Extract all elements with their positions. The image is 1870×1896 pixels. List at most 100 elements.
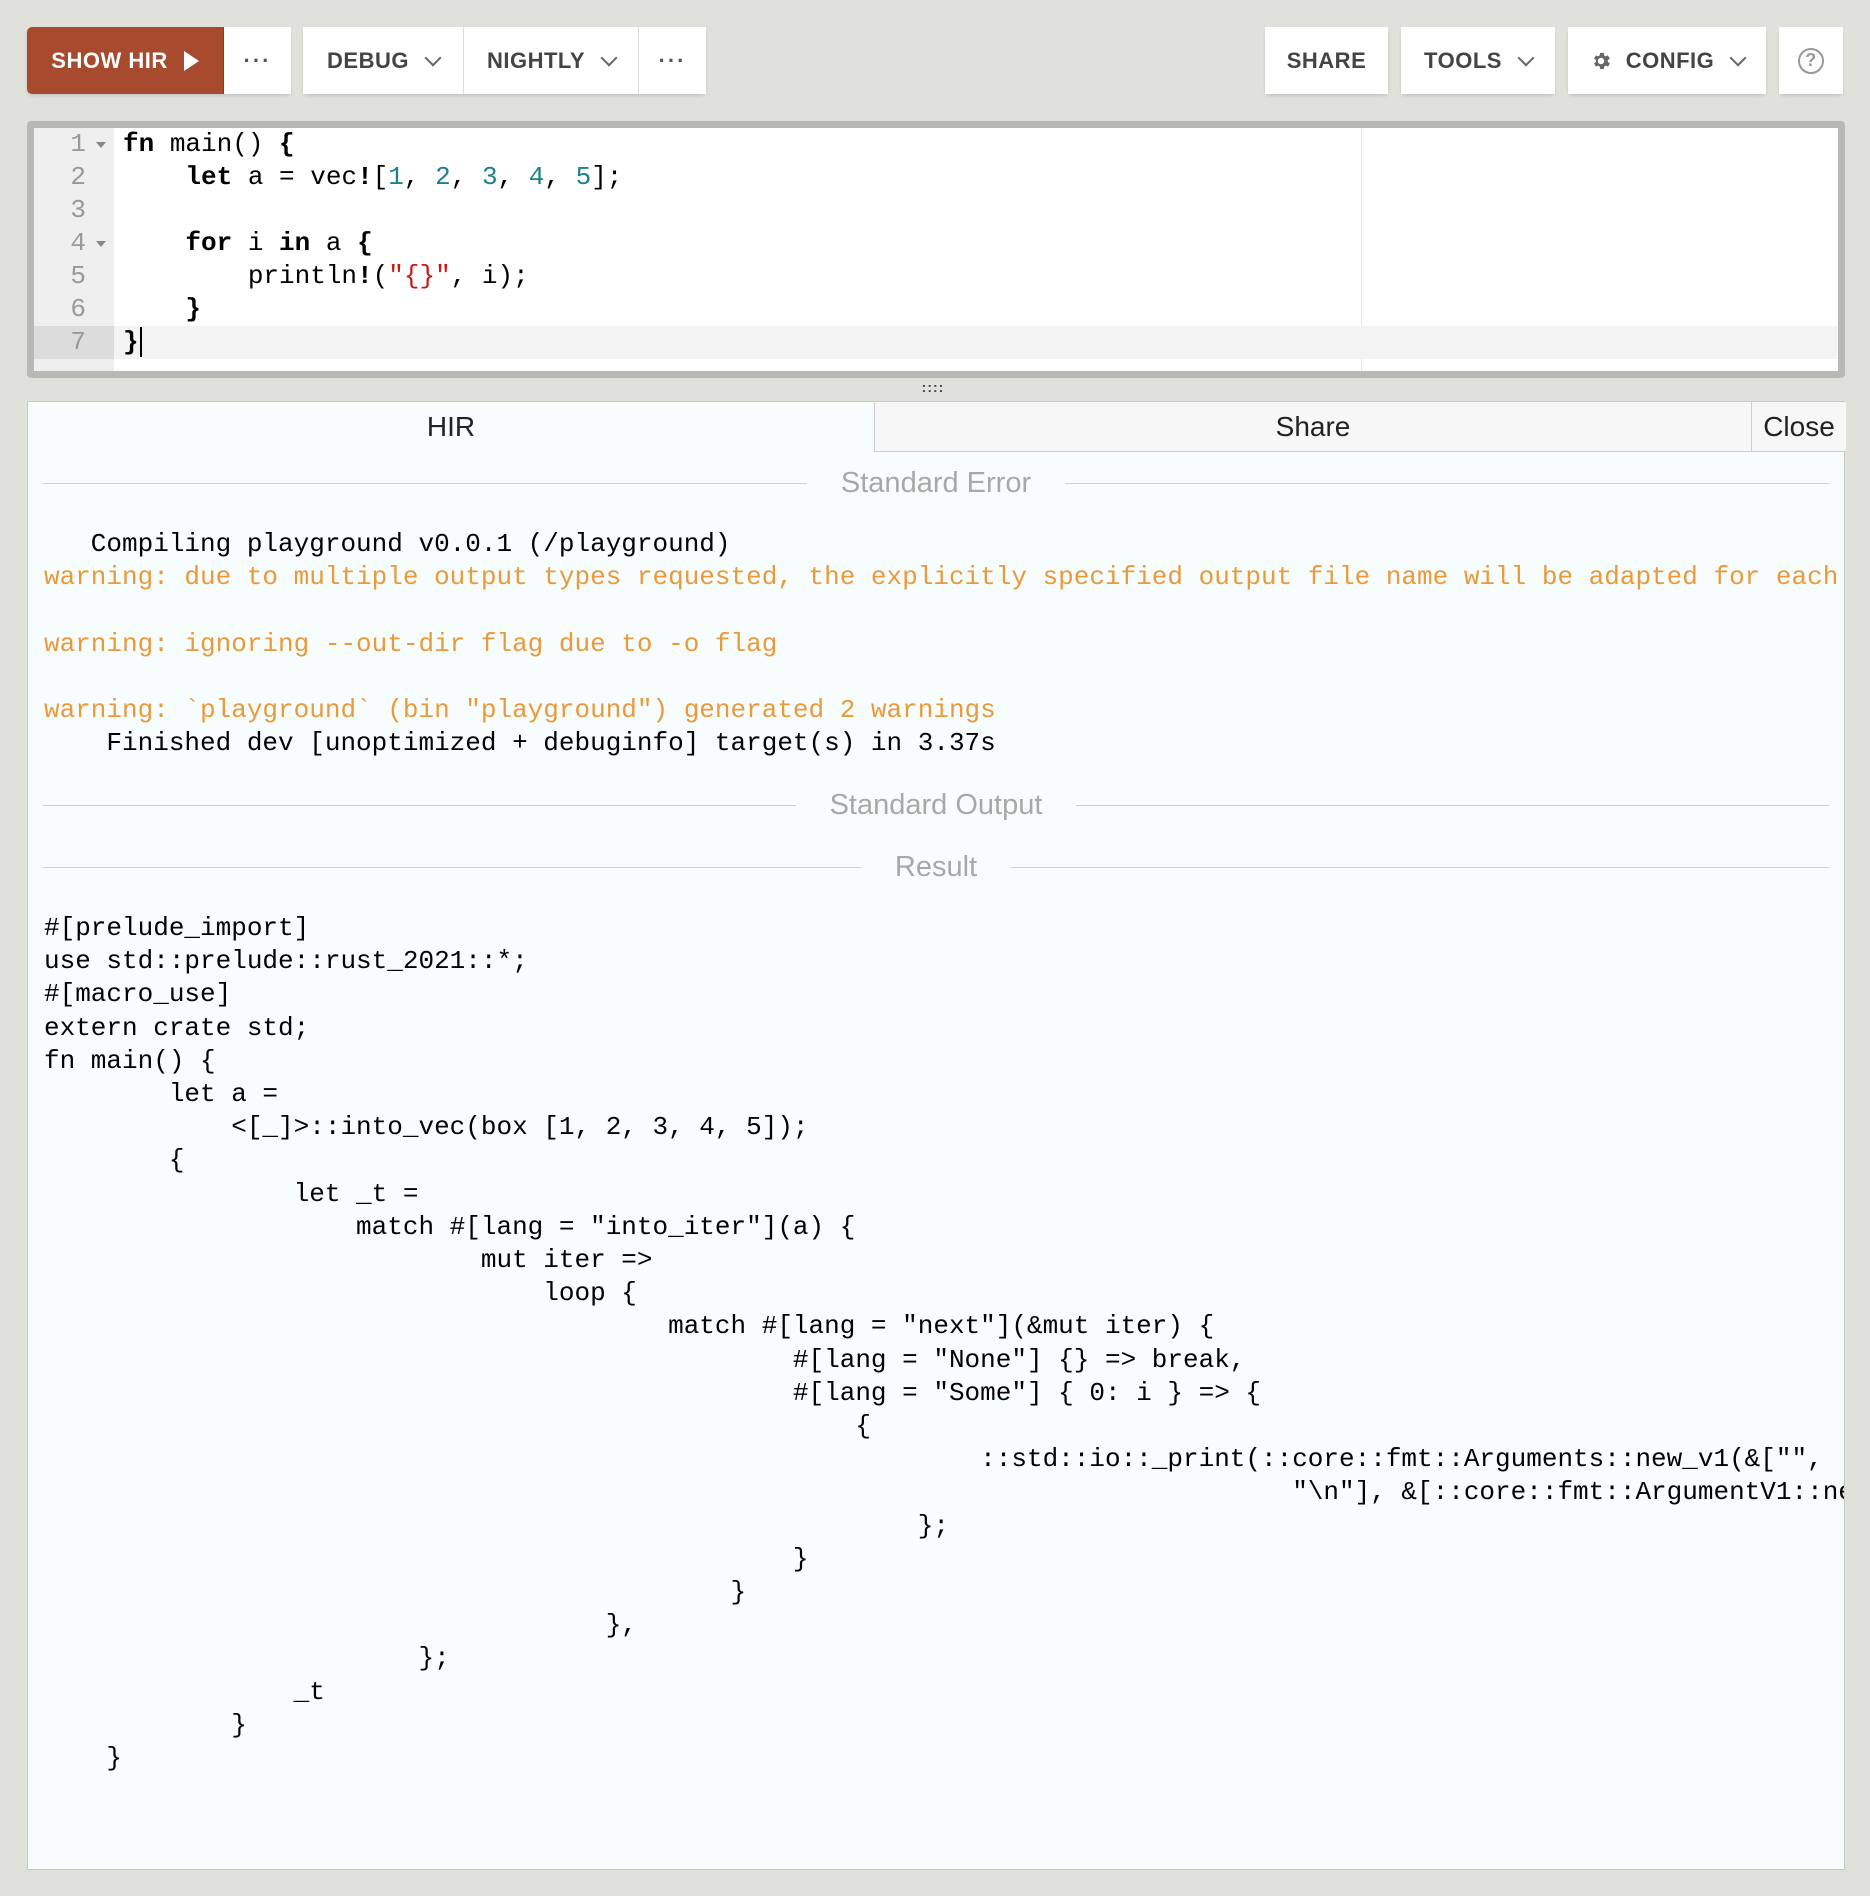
result-line: "\n"], &[::core::fmt::ArgumentV1::new <box>44 1477 1844 1508</box>
hir-result-output: #[prelude_import] use std::prelude::rust_… <box>44 912 1844 1775</box>
share-button-group: SHARE <box>1265 27 1388 94</box>
stderr-line: Finished dev [unoptimized + debuginfo] t… <box>44 728 996 759</box>
chevron-down-icon <box>424 49 442 66</box>
result-line: }; <box>44 1643 450 1674</box>
result-line: }, <box>44 1610 637 1641</box>
mode-label: DEBUG <box>327 47 409 73</box>
chevron-down-icon <box>1517 49 1535 66</box>
result-line: ::std::io::_print(::core::fmt::Arguments… <box>44 1444 1823 1475</box>
result-line: #[lang = "Some"] { 0: i } => { <box>44 1377 1261 1408</box>
result-line: } <box>44 1743 123 1774</box>
result-line: _t <box>44 1676 325 1707</box>
stderr-line <box>44 661 1844 694</box>
editor-line: 6 } <box>34 293 1838 326</box>
result-line: use std::prelude::rust_2021::*; <box>44 946 528 977</box>
tab-hir[interactable]: HIR <box>28 402 874 452</box>
channel-dropdown[interactable]: NIGHTLY <box>464 27 639 94</box>
config-dropdown[interactable]: CONFIG <box>1568 27 1766 94</box>
line-number: 7 <box>34 326 114 359</box>
resize-handle[interactable]: :::: <box>919 380 947 396</box>
share-button[interactable]: SHARE <box>1265 27 1388 94</box>
run-more-button[interactable]: ··· <box>224 27 291 94</box>
result-line: let _t = <box>44 1178 419 1209</box>
build-options-group: DEBUG NIGHTLY ··· <box>303 27 706 94</box>
tools-button-group: TOOLS <box>1401 27 1555 94</box>
line-number: 6 <box>70 294 86 324</box>
stderr-output: Compiling playground v0.0.1 (/playground… <box>44 528 1844 760</box>
output-panel: HIR Share Close Standard Error Compiling… <box>27 401 1846 1870</box>
show-hir-label: SHOW HIR <box>51 47 168 73</box>
header-toolbar: SHOW HIR ··· DEBUG NIGHTLY ··· SHARE TOO… <box>27 27 1843 94</box>
stderr-header: Standard Error <box>43 465 1830 501</box>
output-tabs: HIR Share Close <box>28 402 1846 452</box>
code-line-4: for i in a { <box>185 228 373 258</box>
editor-line: 1 fn main() { <box>34 128 1838 161</box>
result-line: fn main() { <box>44 1045 216 1076</box>
gear-icon <box>1593 52 1610 69</box>
more-dots-icon: ··· <box>658 47 687 73</box>
share-label: SHARE <box>1286 47 1367 73</box>
stderr-line: warning: ignoring --out-dir flag due to … <box>44 628 778 659</box>
editor-line: 5 println!("{}", i); <box>34 260 1838 293</box>
chevron-down-icon <box>1729 49 1747 66</box>
result-line: extern crate std; <box>44 1012 310 1043</box>
config-button-group: CONFIG <box>1568 27 1766 94</box>
stderr-title: Standard Error <box>840 466 1032 499</box>
editor-line: 3 <box>34 194 1838 227</box>
more-dots-icon: ··· <box>243 47 272 73</box>
result-line: let a = <box>44 1079 279 1110</box>
result-header: Result <box>43 849 1830 885</box>
result-line: }; <box>44 1510 949 1541</box>
config-label: CONFIG <box>1625 47 1715 73</box>
code-line-2: let a = vec![1, 2, 3, 4, 5]; <box>185 162 623 192</box>
result-line: match #[lang = "next"](&mut iter) { <box>44 1311 1215 1342</box>
run-button-group: SHOW HIR ··· <box>27 27 291 94</box>
mode-dropdown[interactable]: DEBUG <box>303 27 464 94</box>
editor-line: 4 for i in a { <box>34 227 1838 260</box>
code-line-6: } <box>185 294 202 324</box>
tools-dropdown[interactable]: TOOLS <box>1401 27 1555 94</box>
show-hir-button[interactable]: SHOW HIR <box>27 27 224 94</box>
result-line: #[lang = "None"] {} => break, <box>44 1344 1246 1375</box>
chevron-down-icon <box>600 49 618 66</box>
result-line: { <box>44 1411 871 1442</box>
result-line: mut iter => <box>44 1245 653 1276</box>
help-button-group: ? <box>1779 27 1843 94</box>
result-line: } <box>44 1577 747 1608</box>
result-line: <[_]>::into_vec(box [1, 2, 3, 4, 5]); <box>44 1112 809 1143</box>
line-number: 5 <box>70 261 86 291</box>
result-line: } <box>44 1543 809 1574</box>
result-line: { <box>44 1145 185 1176</box>
stderr-line: Compiling playground v0.0.1 (/playground… <box>44 529 731 559</box>
stderr-line: warning: `playground` (bin "playground")… <box>44 695 996 726</box>
result-line: #[macro_use] <box>44 979 232 1010</box>
line-number: 3 <box>70 195 86 225</box>
tab-share[interactable]: Share <box>874 402 1751 452</box>
fold-arrow-icon[interactable] <box>96 241 106 247</box>
tools-label: TOOLS <box>1424 47 1502 73</box>
fold-arrow-icon[interactable] <box>96 142 106 148</box>
code-editor[interactable]: 1 fn main() { 2 let a = vec![1, 2, 3, 4,… <box>27 121 1845 378</box>
editor-line-active: 7 } <box>34 326 1838 359</box>
code-line-5: println!("{}", i); <box>123 261 529 291</box>
help-icon: ? <box>1798 47 1824 74</box>
text-cursor <box>139 327 142 357</box>
play-icon <box>183 50 199 71</box>
code-line-1: fn main() { <box>123 129 295 159</box>
stderr-line <box>44 594 1844 627</box>
code-line-7: } <box>123 326 142 359</box>
help-button[interactable]: ? <box>1779 27 1843 94</box>
result-title: Result <box>894 850 978 883</box>
close-output-button[interactable]: Close <box>1751 402 1846 452</box>
channel-label: NIGHTLY <box>486 47 586 73</box>
stdout-header: Standard Output <box>43 787 1830 823</box>
result-line: loop { <box>44 1278 637 1309</box>
result-line: #[prelude_import] <box>44 913 310 943</box>
result-line: match #[lang = "into_iter"](a) { <box>44 1211 856 1242</box>
result-line: } <box>44 1709 247 1740</box>
stderr-line: warning: due to multiple output types re… <box>44 562 1839 593</box>
line-number: 2 <box>70 162 86 192</box>
playground-app: SHOW HIR ··· DEBUG NIGHTLY ··· SHARE TOO… <box>0 0 1870 1896</box>
stdout-title: Standard Output <box>829 788 1043 821</box>
advanced-options-button[interactable]: ··· <box>639 27 706 94</box>
